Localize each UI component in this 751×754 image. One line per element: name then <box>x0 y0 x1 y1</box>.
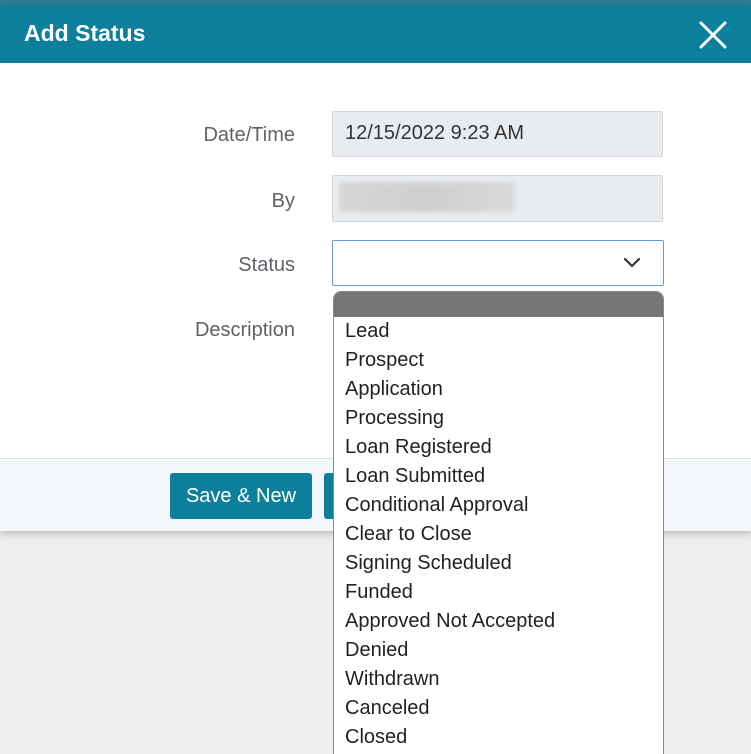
status-option-clear-to-close[interactable]: Clear to Close <box>334 520 663 549</box>
status-option-approved-not-accepted[interactable]: Approved Not Accepted <box>334 607 663 636</box>
datetime-field: 12/15/2022 9:23 AM <box>332 111 663 157</box>
close-button[interactable] <box>696 18 730 52</box>
blank-option-highlighted[interactable] <box>334 292 663 317</box>
dialog-header: Add Status <box>0 6 751 63</box>
status-label: Status <box>238 254 295 276</box>
by-field <box>332 175 663 222</box>
status-option-canceled[interactable]: Canceled <box>334 694 663 723</box>
screen: Add Status Date/Time 12/15/2022 9:23 AM … <box>0 0 751 754</box>
status-dropdown-list[interactable]: Lead Prospect Application Processing Loa… <box>333 291 664 754</box>
status-option-loan-registered[interactable]: Loan Registered <box>334 433 663 462</box>
status-select[interactable] <box>332 240 664 286</box>
by-label: By <box>271 190 295 212</box>
status-option-conditional-approval[interactable]: Conditional Approval <box>334 491 663 520</box>
close-icon <box>699 21 727 49</box>
status-option-application[interactable]: Application <box>334 375 663 404</box>
status-option-lead[interactable]: Lead <box>334 317 663 346</box>
status-option-withdrawn[interactable]: Withdrawn <box>334 665 663 694</box>
save-and-new-button[interactable]: Save & New <box>170 473 312 519</box>
datetime-value: 12/15/2022 9:23 AM <box>345 122 525 144</box>
datetime-label: Date/Time <box>203 124 295 146</box>
dialog-title: Add Status <box>24 20 146 46</box>
status-option-loan-submitted[interactable]: Loan Submitted <box>334 462 663 491</box>
status-option-denied[interactable]: Denied <box>334 636 663 665</box>
chevron-down-icon <box>623 257 641 268</box>
redacted-name <box>339 182 515 212</box>
description-label: Description <box>194 319 295 341</box>
status-option-processing[interactable]: Processing <box>334 404 663 433</box>
status-option-signing-scheduled[interactable]: Signing Scheduled <box>334 549 663 578</box>
status-options: Lead Prospect Application Processing Loa… <box>334 317 663 752</box>
status-option-closed[interactable]: Closed <box>334 723 663 752</box>
status-option-prospect[interactable]: Prospect <box>334 346 663 375</box>
status-option-funded[interactable]: Funded <box>334 578 663 607</box>
